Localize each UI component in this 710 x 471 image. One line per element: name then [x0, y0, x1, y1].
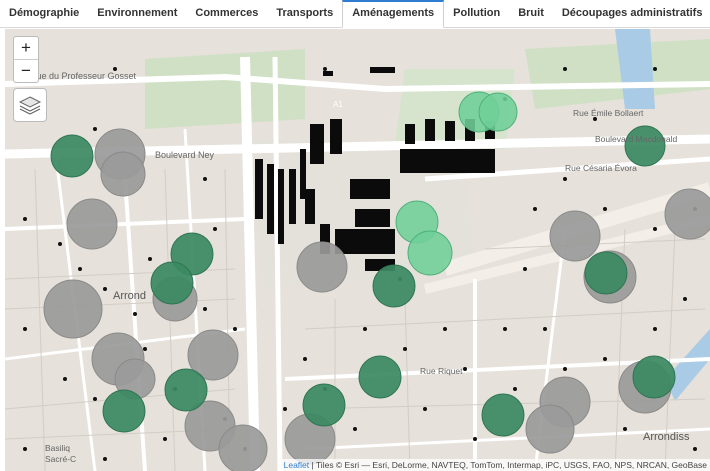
- park-area: [145, 49, 305, 129]
- map-attribution: Leaflet | Tiles © Esri — Esri, DeLorme, …: [280, 459, 710, 471]
- tab-pollution[interactable]: Pollution: [444, 0, 509, 26]
- leaflet-link[interactable]: Leaflet: [284, 460, 310, 470]
- tab-bar: Démographie Environnement Commerces Tran…: [0, 0, 710, 28]
- label-a1: A1: [333, 100, 343, 109]
- label-rue-evora: Rue Césaria Évora: [565, 163, 637, 173]
- label-sacre: Sacré-C: [45, 454, 76, 464]
- tab-amenagements[interactable]: Aménagements: [342, 0, 445, 28]
- map-canvas[interactable]: Rue du Professeur Gosset A1 Boulevard Ne…: [5, 29, 710, 471]
- label-arrond-left: Arrond: [113, 290, 146, 302]
- label-rue-bollaert: Rue Émile Bollaert: [573, 108, 644, 118]
- label-arrond-right: Arrondiss: [643, 431, 690, 443]
- tab-decoupages[interactable]: Découpages administratifs: [553, 0, 710, 26]
- tab-commerces[interactable]: Commerces: [186, 0, 267, 26]
- zoom-out-button[interactable]: −: [14, 60, 38, 82]
- zoom-in-button[interactable]: +: [14, 37, 38, 60]
- attribution-text: | Tiles © Esri — Esri, DeLorme, NAVTEQ, …: [309, 460, 707, 470]
- layers-button[interactable]: [13, 88, 47, 122]
- tab-demographie[interactable]: Démographie: [0, 0, 88, 26]
- label-basilique: Basiliq: [45, 443, 70, 453]
- label-bd-ney: Boulevard Ney: [155, 150, 215, 160]
- zoom-control: + −: [13, 36, 39, 83]
- tab-environnement[interactable]: Environnement: [88, 0, 186, 26]
- layers-icon: [18, 96, 42, 115]
- map-container[interactable]: Rue du Professeur Gosset A1 Boulevard Ne…: [5, 29, 710, 471]
- tab-transports[interactable]: Transports: [267, 0, 342, 26]
- label-bd-macdonald: Boulevard Macdonald: [595, 134, 677, 144]
- tab-bruit[interactable]: Bruit: [509, 0, 553, 26]
- label-rue-gosset: Rue du Professeur Gosset: [30, 71, 137, 81]
- label-rue-riquet: Rue Riquet: [420, 366, 463, 376]
